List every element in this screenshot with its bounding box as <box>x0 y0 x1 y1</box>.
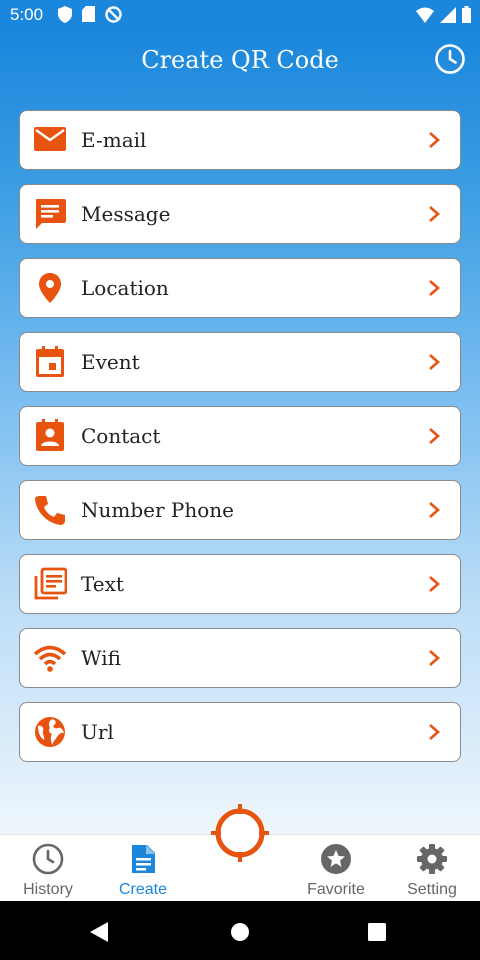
globe-icon <box>35 717 65 747</box>
list-item-email[interactable]: E-mail <box>19 110 461 170</box>
back-icon[interactable] <box>88 921 110 943</box>
list-item-message[interactable]: Message <box>19 184 461 244</box>
scan-target-icon[interactable] <box>210 803 270 863</box>
item-label: Event <box>81 350 140 374</box>
list-item-text[interactable]: Text <box>19 554 461 614</box>
list-item-number-phone[interactable]: Number Phone <box>19 480 461 540</box>
app-header: Create QR Code <box>0 30 480 92</box>
item-label: E-mail <box>81 128 147 152</box>
chevron-right-icon <box>429 206 440 222</box>
star-icon <box>321 844 351 874</box>
battery-icon <box>462 6 471 23</box>
sd-card-icon <box>82 6 95 22</box>
list-item-url[interactable]: Url <box>19 702 461 762</box>
chevron-right-icon <box>429 354 440 370</box>
status-bar: 5:00 <box>0 0 480 30</box>
item-label: Text <box>81 572 124 596</box>
contact-card-icon <box>36 419 64 451</box>
item-label: Message <box>81 202 171 226</box>
list-item-contact[interactable]: Contact <box>19 406 461 466</box>
cell-signal-icon <box>440 6 456 23</box>
email-icon <box>34 127 66 151</box>
page-title: Create QR Code <box>141 46 339 74</box>
nav-create[interactable]: Create <box>95 835 191 902</box>
phone-icon <box>35 496 65 525</box>
nav-favorite[interactable]: Favorite <box>288 835 384 902</box>
home-icon[interactable] <box>230 922 250 942</box>
chevron-right-icon <box>429 132 440 148</box>
chevron-right-icon <box>429 576 440 592</box>
history-icon[interactable] <box>434 43 466 75</box>
list-item-event[interactable]: Event <box>19 332 461 392</box>
text-document-icon <box>34 567 67 600</box>
nav-setting[interactable]: Setting <box>384 835 480 902</box>
calendar-icon <box>36 346 64 377</box>
chevron-right-icon <box>429 280 440 296</box>
nav-label: Create <box>118 881 168 898</box>
nav-label: History <box>23 881 73 898</box>
history-icon <box>32 843 64 875</box>
nav-history[interactable]: History <box>0 835 96 902</box>
status-time: 5:00 <box>10 5 44 24</box>
item-label: Wifi <box>81 646 121 670</box>
gear-icon <box>417 844 447 874</box>
item-label: Location <box>81 276 169 300</box>
recents-icon[interactable] <box>368 923 386 941</box>
item-label: Contact <box>81 424 161 448</box>
wifi-signal-icon <box>416 7 434 23</box>
main-content: Create QR Code E-mail Message Location E… <box>0 30 480 834</box>
no-disturb-icon <box>105 6 122 23</box>
nav-label: Setting <box>407 881 457 898</box>
document-icon <box>132 845 155 873</box>
wifi-icon <box>33 645 67 672</box>
item-label: Number Phone <box>81 498 234 522</box>
item-label: Url <box>81 720 114 744</box>
message-icon <box>36 199 66 229</box>
list-item-location[interactable]: Location <box>19 258 461 318</box>
chevron-right-icon <box>429 502 440 518</box>
nav-label: Favorite <box>307 881 365 898</box>
chevron-right-icon <box>429 650 440 666</box>
system-nav-bar <box>0 901 480 960</box>
chevron-right-icon <box>429 724 440 740</box>
chevron-right-icon <box>429 428 440 444</box>
list-item-wifi[interactable]: Wifi <box>19 628 461 688</box>
shield-icon <box>58 6 72 23</box>
location-pin-icon <box>39 273 61 303</box>
